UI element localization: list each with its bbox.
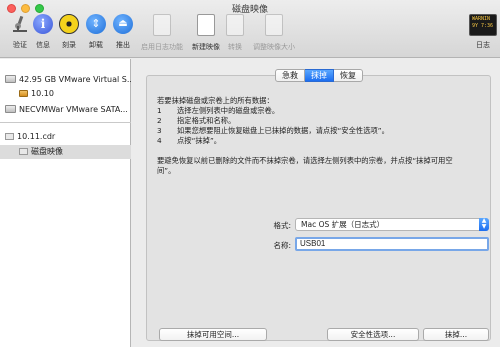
sidebar-item-label: 磁盘映像 bbox=[31, 147, 63, 156]
eject-icon: ⏏ bbox=[113, 14, 133, 34]
erase-note: 要避免恢复以前已删除的文件而不抹掉宗卷，请选择左侧列表中的宗卷，并点按“抹掉可用… bbox=[157, 156, 453, 175]
convert-label: 转换 bbox=[228, 43, 242, 51]
eject-label: 推出 bbox=[116, 41, 130, 49]
name-input[interactable]: USB01 bbox=[295, 237, 489, 251]
enable-journaling-label: 启用日志功能 bbox=[141, 43, 183, 51]
format-label: 格式: bbox=[273, 221, 291, 230]
step-number: 3 bbox=[157, 126, 162, 135]
sidebar: 42.95 GB VMware Virtual S... 10.10 NECVM… bbox=[0, 59, 131, 347]
step-text: 点按“抹掉”。 bbox=[177, 136, 222, 145]
sidebar-item-cdr-image[interactable]: 10.11.cdr bbox=[0, 130, 131, 144]
erase-intro: 若要抹掉磁盘或宗卷上的所有数据： bbox=[157, 96, 274, 105]
step-text: 如果您想要阻止恢复磁盘上已抹掉的数据，请点按“安全性选项”。 bbox=[177, 126, 389, 135]
security-options-button[interactable]: 安全性选项... bbox=[327, 328, 419, 341]
sidebar-item-label: 42.95 GB VMware Virtual S... bbox=[19, 75, 131, 84]
erase-panel: 若要抹掉磁盘或宗卷上的所有数据： 1 选择左侧列表中的磁盘或宗卷。 2 指定格式… bbox=[146, 75, 491, 341]
step-text: 指定格式和名称。 bbox=[177, 116, 236, 125]
erase-button[interactable]: 抹掉... bbox=[423, 328, 489, 341]
main-pane: 急救 抹掉 恢复 若要抹掉磁盘或宗卷上的所有数据： 1 选择左侧列表中的磁盘或宗… bbox=[132, 59, 500, 347]
sidebar-item-label: 10.10 bbox=[31, 89, 54, 98]
sidebar-item-volume-10-10[interactable]: 10.10 bbox=[0, 87, 131, 101]
sidebar-item-vmware-disk[interactable]: 42.95 GB VMware Virtual S... bbox=[0, 73, 131, 87]
resize-image-label: 调整映像大小 bbox=[253, 43, 295, 51]
erase-free-space-button[interactable]: 抹掉可用空间... bbox=[159, 328, 267, 341]
sidebar-divider bbox=[0, 122, 131, 123]
format-select[interactable]: Mac OS 扩展（日志式） ▲ ▼ bbox=[295, 218, 489, 231]
volume-icon bbox=[19, 90, 28, 97]
log-label: 日志 bbox=[476, 41, 490, 49]
sidebar-item-sata-drive[interactable]: NECVMWar VMware SATA... bbox=[0, 103, 131, 117]
disk-image-icon bbox=[19, 148, 28, 155]
new-image-icon bbox=[197, 14, 215, 36]
sidebar-item-label: 10.11.cdr bbox=[17, 132, 56, 141]
name-label: 名称: bbox=[273, 241, 291, 250]
resize-image-button[interactable]: 调整映像大小 bbox=[250, 14, 298, 56]
enable-journaling-button[interactable]: 启用日志功能 bbox=[140, 14, 184, 56]
optical-drive-icon bbox=[5, 105, 16, 113]
console-log-icon: WARNIN 9Y 7:36 bbox=[469, 14, 497, 36]
eject-button[interactable]: ⏏ 推出 bbox=[103, 14, 143, 56]
tab-first-aid[interactable]: 急救 bbox=[275, 69, 305, 82]
convert-button[interactable]: 转换 bbox=[215, 14, 255, 56]
step-number: 4 bbox=[157, 136, 162, 145]
step-number: 2 bbox=[157, 116, 162, 125]
sidebar-item-label: NECVMWar VMware SATA... bbox=[19, 105, 128, 114]
tab-restore[interactable]: 恢复 bbox=[334, 69, 363, 82]
log-button[interactable]: WARNIN 9Y 7:36 日志 bbox=[466, 14, 500, 56]
hard-disk-icon bbox=[5, 75, 16, 83]
chevron-updown-icon: ▲ ▼ bbox=[479, 218, 489, 231]
format-select-value: Mac OS 扩展（日志式） bbox=[301, 220, 385, 229]
journal-document-icon bbox=[153, 14, 171, 36]
convert-icon bbox=[226, 14, 244, 36]
disk-image-icon bbox=[5, 133, 14, 140]
tab-bar: 急救 抹掉 恢复 bbox=[275, 69, 363, 82]
tab-erase[interactable]: 抹掉 bbox=[305, 69, 334, 82]
step-number: 1 bbox=[157, 106, 162, 115]
toolbar: 磁盘映像 验证 i 信息 刻录 ⇕ 卸载 ⏏ 推出 启用日志功能 新建映像 转换… bbox=[0, 0, 500, 58]
resize-image-icon bbox=[265, 14, 283, 36]
sidebar-item-disk-image[interactable]: 磁盘映像 bbox=[0, 145, 131, 159]
step-text: 选择左侧列表中的磁盘或宗卷。 bbox=[177, 106, 280, 115]
